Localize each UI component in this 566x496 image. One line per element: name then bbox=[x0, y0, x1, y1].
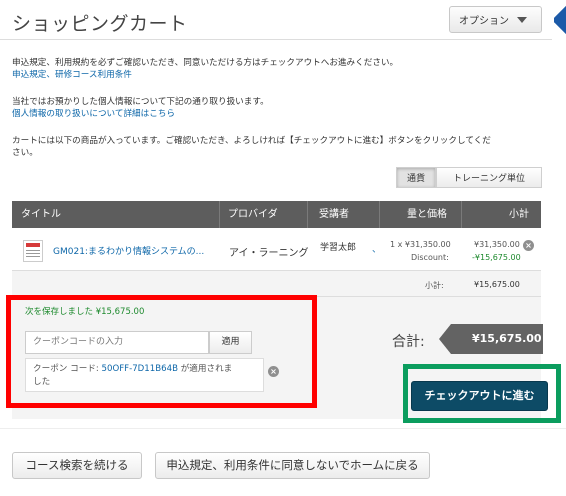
privacy-link[interactable]: 個人情報の取り扱いについて詳細はこちら bbox=[12, 108, 175, 120]
header-title: タイトル bbox=[21, 209, 61, 220]
checkout-button[interactable]: チェックアウトに進む bbox=[411, 381, 548, 411]
continue-search-button[interactable]: コース検索を続ける bbox=[12, 452, 142, 479]
decline-home-button[interactable]: 申込規定、利用条件に同意しないでホームに戻る bbox=[155, 452, 430, 479]
subtotal-value: ¥15,675.00 bbox=[474, 280, 520, 289]
coupon-saved-text: 次を保存しました ¥15,675.00 bbox=[25, 307, 145, 317]
terms-notice: 申込規定、利用規約を必ずご確認いただき、同意いただける方はチェックアウトへお進み… bbox=[12, 58, 399, 68]
total-value: ¥15,675.00 bbox=[439, 324, 543, 354]
subtotal-bar: 小計: ¥15,675.00 bbox=[12, 271, 541, 297]
toggle-currency[interactable]: 通貨 bbox=[396, 167, 436, 188]
row-subtotal: ¥31,350.00 bbox=[474, 240, 520, 249]
applied-coupon-suffix: が適用されま bbox=[180, 364, 233, 374]
apply-coupon-button[interactable]: 適用 bbox=[209, 331, 252, 354]
applied-coupon-code: 50OFF-7D11B64B bbox=[101, 364, 178, 374]
table-header: タイトル プロバイダ 受講者 量と価格 小計 bbox=[12, 201, 541, 228]
applied-coupon-box: クーポン コード: 50OFF-7D11B64B が適用されま した bbox=[25, 358, 264, 392]
privacy-notice: 当社ではお預かりした個人情報について下記の通り取り扱います。 bbox=[12, 97, 269, 107]
attendee-name: 学習太郎 bbox=[320, 243, 357, 253]
qty-price: 1 x ¥31,350.00 bbox=[390, 240, 451, 249]
applied-coupon-suffix-2: した bbox=[33, 377, 51, 387]
course-thumbnail-icon bbox=[23, 240, 43, 262]
header-separator bbox=[307, 201, 308, 228]
course-title-link[interactable]: GM021:まるわかり情報システムの... bbox=[53, 244, 204, 257]
header-separator bbox=[219, 201, 220, 228]
header-qty-price: 量と価格 bbox=[407, 209, 447, 220]
toggle-training-unit[interactable]: トレーニング単位 bbox=[436, 167, 542, 188]
remove-coupon-icon[interactable]: × bbox=[268, 366, 279, 377]
attendee-edit-link[interactable]: 、 bbox=[372, 242, 381, 255]
discount-label: Discount: bbox=[411, 253, 449, 262]
coupon-input[interactable]: クーポンコードの入力 bbox=[25, 331, 209, 354]
provider-name: アイ・ラーニング bbox=[229, 248, 309, 259]
header-provider: プロバイダ bbox=[228, 209, 278, 220]
subtotal-label: 小計: bbox=[425, 281, 444, 290]
header-subtotal: 小計 bbox=[509, 209, 529, 220]
footer-divider bbox=[0, 428, 566, 429]
page-title: ショッピングカート bbox=[12, 13, 188, 35]
remove-item-icon[interactable]: × bbox=[523, 240, 534, 251]
header-attendee: 受講者 bbox=[319, 209, 349, 220]
header-separator bbox=[379, 201, 380, 228]
table-row: GM021:まるわかり情報システムの... アイ・ラーニング 学習太郎 、 1 … bbox=[12, 228, 541, 271]
cart-notice-line1: カートには以下の商品が入っています。ご確認いただき、よろしければ【チェックアウト… bbox=[12, 136, 491, 146]
applied-coupon-prefix: クーポン コード: bbox=[33, 364, 99, 374]
options-dropdown[interactable]: オプション bbox=[449, 6, 542, 33]
header-separator bbox=[461, 201, 462, 228]
terms-link[interactable]: 申込規定、研修コース利用条件 bbox=[12, 69, 132, 81]
row-discount: -¥15,675.00 bbox=[472, 253, 521, 262]
options-label: オプション bbox=[459, 16, 509, 27]
cart-notice-line2: さい。 bbox=[12, 148, 38, 158]
header-divider bbox=[0, 39, 552, 40]
total-label: 合計: bbox=[392, 334, 425, 350]
side-panel-tab[interactable] bbox=[554, 4, 566, 36]
caret-down-icon bbox=[517, 16, 527, 23]
